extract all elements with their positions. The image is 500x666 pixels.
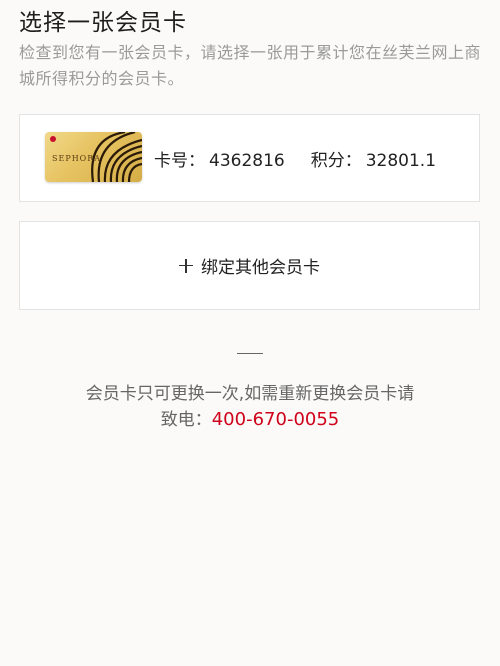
member-card-image: SEPHORA xyxy=(45,132,142,182)
page-description: 检查到您有一张会员卡，请选择一张用于累计您在丝芙兰网上商城所得积分的会员卡。 xyxy=(19,43,482,88)
card-brand-text: SEPHORA xyxy=(52,154,102,163)
sephora-logo-icon xyxy=(50,136,56,142)
notice-line-2: 致电：400-670-0055 xyxy=(0,407,500,433)
card-info: 卡号： 4362816 积分： 32801.1 xyxy=(154,146,436,171)
points-label: 积分： xyxy=(310,151,362,171)
bind-other-card-button[interactable]: 绑定其他会员卡 xyxy=(19,221,480,310)
bind-other-card-label: 绑定其他会员卡 xyxy=(201,258,320,278)
member-card-option[interactable]: SEPHORA 卡号： 4362816 积分： 32801.1 xyxy=(19,114,480,202)
plus-icon xyxy=(179,258,193,273)
points-value: 32801.1 xyxy=(365,151,437,171)
notice-call-prefix: 致电： xyxy=(160,410,212,430)
phone-number-link[interactable]: 400-670-0055 xyxy=(212,409,340,430)
change-notice: 会员卡只可更换一次,如需重新更换会员卡请 致电：400-670-0055 xyxy=(0,381,500,433)
page-title: 选择一张会员卡 xyxy=(19,10,187,36)
notice-line-1: 会员卡只可更换一次,如需重新更换会员卡请 xyxy=(85,384,415,404)
card-number-value: 4362816 xyxy=(209,151,285,171)
card-number-label: 卡号： xyxy=(154,151,205,171)
divider xyxy=(237,353,263,354)
